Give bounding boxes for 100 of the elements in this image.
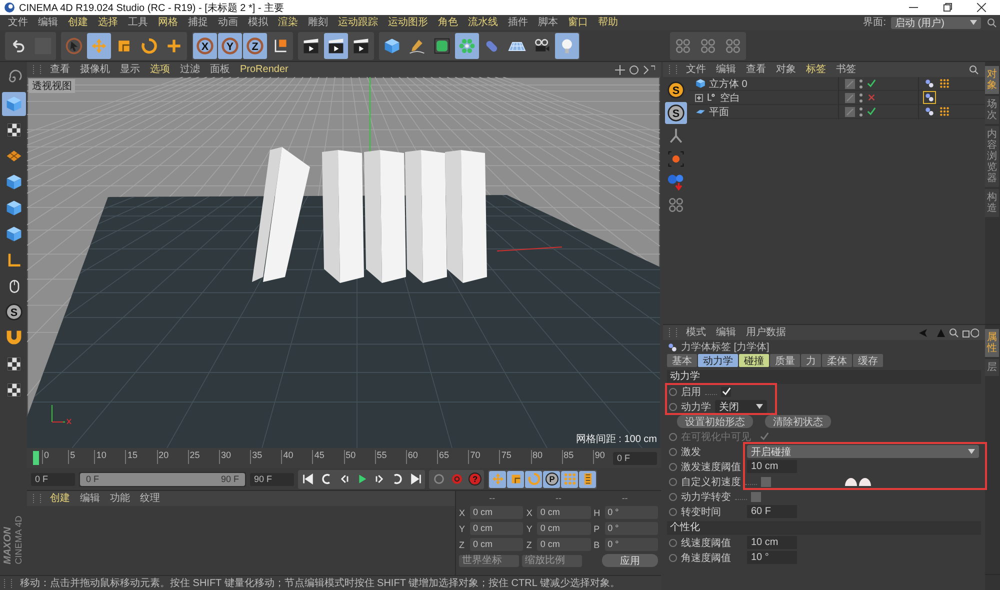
menu-item[interactable]: 查看 bbox=[741, 62, 771, 76]
input-field[interactable]: 0 ° bbox=[604, 538, 658, 551]
menu-item[interactable]: 书签 bbox=[831, 62, 861, 76]
object-name[interactable]: 空白 bbox=[720, 90, 740, 104]
menu-item[interactable]: 雕刻 bbox=[303, 16, 333, 30]
side-tab[interactable]: 场次 bbox=[985, 96, 999, 124]
menu-item[interactable]: 标签 bbox=[801, 62, 831, 76]
input-field[interactable]: 0 cm bbox=[470, 522, 524, 535]
range-slider-fill[interactable]: 0 F 90 F bbox=[80, 472, 245, 486]
frame-field[interactable]: 0 F bbox=[31, 472, 75, 486]
menu-item[interactable]: 运动图形 bbox=[383, 16, 433, 30]
menu-item[interactable]: 帮助 bbox=[593, 16, 623, 30]
side-tab[interactable]: 内容浏览器 bbox=[985, 126, 999, 187]
check-icon[interactable] bbox=[867, 79, 876, 88]
tab[interactable]: 质量 bbox=[770, 354, 800, 367]
viewport-scene-drawing[interactable] bbox=[27, 77, 660, 448]
checkbox[interactable] bbox=[761, 476, 771, 486]
dropdown[interactable]: 世界坐标 bbox=[459, 554, 519, 566]
visibility-dots-icon[interactable] bbox=[859, 106, 863, 116]
input-field[interactable]: 0 cm bbox=[537, 522, 591, 535]
tag[interactable] bbox=[923, 105, 936, 118]
menu-item[interactable]: 用户数据 bbox=[741, 326, 791, 340]
tab[interactable]: 基本 bbox=[667, 354, 697, 367]
input-field[interactable]: 10 cm bbox=[747, 460, 797, 473]
input-field[interactable]: 0 ° bbox=[604, 506, 658, 519]
frame-field[interactable]: 0 F bbox=[613, 452, 657, 464]
tab[interactable]: 柔体 bbox=[822, 354, 852, 367]
input-field[interactable]: 60 F bbox=[747, 505, 797, 518]
menu-item[interactable]: 插件 bbox=[503, 16, 533, 30]
action-button[interactable]: 设置初始形态 bbox=[677, 415, 753, 428]
menu-item[interactable]: 过滤 bbox=[175, 62, 205, 76]
search-icon[interactable] bbox=[969, 64, 979, 74]
visibility-dots-icon[interactable] bbox=[859, 78, 863, 88]
tag[interactable] bbox=[938, 77, 951, 90]
check-icon[interactable] bbox=[867, 107, 876, 116]
menu-item[interactable]: 工具 bbox=[123, 16, 153, 30]
dropdown[interactable]: 缩放比例 bbox=[522, 554, 582, 566]
input-field[interactable]: 0 cm bbox=[470, 506, 524, 519]
menu-item[interactable]: 运动跟踪 bbox=[333, 16, 383, 30]
timeline-ruler[interactable]: 0 5 10 15 20 25 30 35 40 45 50 55 60 65 70 75 80 85 90 bbox=[31, 450, 609, 466]
menu-item[interactable]: 对象 bbox=[771, 62, 801, 76]
tool-button[interactable] bbox=[579, 470, 596, 488]
dropdown[interactable]: 关闭 bbox=[715, 400, 767, 413]
side-tab[interactable]: 对象 bbox=[985, 66, 999, 94]
menu-item[interactable]: 文件 bbox=[681, 62, 711, 76]
menu-item[interactable]: 选择 bbox=[93, 16, 123, 30]
visibility-dots-icon[interactable] bbox=[859, 92, 863, 102]
menu-item[interactable]: 模拟 bbox=[243, 16, 273, 30]
menu-item[interactable]: 捕捉 bbox=[183, 16, 213, 30]
view-navigation-icon[interactable] bbox=[615, 64, 655, 74]
menu-item[interactable]: 摄像机 bbox=[75, 62, 115, 76]
menu-item[interactable]: 显示 bbox=[115, 62, 145, 76]
dropdown[interactable]: 开启碰撞 bbox=[747, 445, 979, 458]
menu-item[interactable]: 编辑 bbox=[711, 62, 741, 76]
menu-item[interactable]: 面板 bbox=[205, 62, 235, 76]
object-name[interactable]: 平面 bbox=[709, 104, 729, 118]
input-field[interactable]: 10 ° bbox=[747, 551, 797, 564]
checkbox[interactable] bbox=[751, 492, 761, 502]
menu-item[interactable]: 编辑 bbox=[711, 326, 741, 340]
menu-item[interactable]: 模式 bbox=[681, 326, 711, 340]
menu-item[interactable]: 编辑 bbox=[75, 492, 105, 506]
menu-item[interactable]: 创建 bbox=[45, 492, 75, 506]
navigation-icons[interactable] bbox=[919, 328, 979, 338]
tag[interactable] bbox=[923, 91, 936, 104]
menu-item[interactable]: 文件 bbox=[3, 16, 33, 30]
input-field[interactable]: 0 cm bbox=[470, 538, 524, 551]
tag[interactable] bbox=[938, 105, 951, 118]
menu-item[interactable]: 选项 bbox=[145, 62, 175, 76]
tab[interactable]: 缓存 bbox=[853, 354, 883, 367]
tab[interactable]: 动力学 bbox=[698, 354, 738, 367]
tool-button[interactable]: X bbox=[193, 32, 217, 58]
tool-button[interactable]: Z bbox=[243, 32, 267, 58]
frame-field[interactable]: 90 F bbox=[250, 472, 294, 486]
tool-button[interactable]: Y bbox=[218, 32, 242, 58]
menu-item[interactable]: 创建 bbox=[63, 16, 93, 30]
side-tab[interactable]: 属性 bbox=[985, 329, 999, 357]
menu-item[interactable]: 动画 bbox=[213, 16, 243, 30]
action-button[interactable]: 清除初状态 bbox=[765, 415, 831, 428]
menu-item[interactable]: 纹理 bbox=[135, 492, 165, 506]
menu-item[interactable]: 流水线 bbox=[463, 16, 503, 30]
expand-icon[interactable] bbox=[695, 94, 703, 102]
menu-item[interactable]: 渲染 bbox=[273, 16, 303, 30]
menu-item[interactable]: 功能 bbox=[105, 492, 135, 506]
layout-dropdown[interactable]: 启动 (用户) bbox=[891, 16, 981, 28]
side-tab[interactable]: 层 bbox=[985, 359, 999, 376]
side-tab[interactable]: 构造 bbox=[985, 189, 999, 217]
tab[interactable]: 碰撞 bbox=[739, 354, 769, 367]
tool-button[interactable] bbox=[324, 32, 348, 58]
menu-item[interactable]: 角色 bbox=[433, 16, 463, 30]
search-icon[interactable] bbox=[987, 18, 997, 28]
input-field[interactable]: 0 ° bbox=[604, 522, 658, 535]
menu-item[interactable]: 查看 bbox=[45, 62, 75, 76]
input-field[interactable]: 10 cm bbox=[747, 536, 797, 549]
input-field[interactable]: 0 cm bbox=[537, 538, 591, 551]
object-name[interactable]: 立方体 0 bbox=[709, 76, 748, 90]
menu-item[interactable]: 编辑 bbox=[33, 16, 63, 30]
input-field[interactable]: 0 cm bbox=[537, 506, 591, 519]
tool-button[interactable] bbox=[2, 92, 26, 116]
tab[interactable]: 力 bbox=[801, 354, 821, 367]
tag[interactable] bbox=[923, 77, 936, 90]
